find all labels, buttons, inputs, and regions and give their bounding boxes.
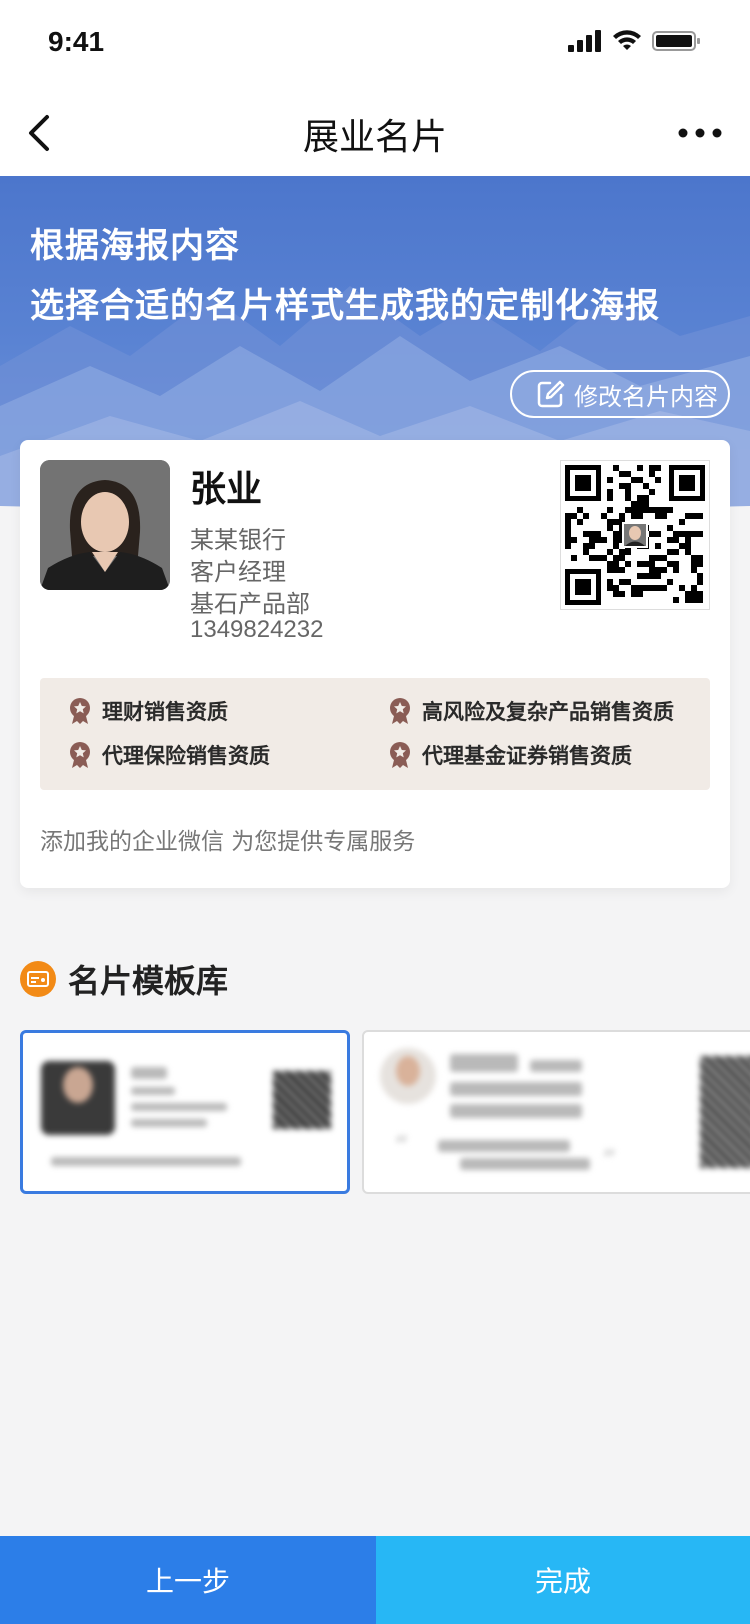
- card-icon: [20, 961, 56, 997]
- edit-card-button[interactable]: 修改名片内容: [510, 370, 730, 418]
- bottom-action-bar: 上一步 完成: [0, 1536, 750, 1624]
- card-name: 张业: [190, 469, 263, 510]
- card-role: 客户经理: [190, 558, 286, 586]
- wifi-icon: [613, 30, 641, 50]
- nav-bar: 展业名片: [0, 90, 750, 176]
- hero-heading-line2: 选择合适的名片样式生成我的定制化海报: [30, 286, 660, 326]
- template-library-header: 名片模板库: [20, 956, 228, 1002]
- qualification-label: 代理基金证券销售资质: [422, 744, 632, 768]
- medal-icon: [390, 698, 410, 724]
- card-department: 基石产品部: [190, 590, 310, 618]
- edit-card-label: 修改名片内容: [574, 382, 718, 411]
- card-footer-text: 添加我的企业微信 为您提供专属服务: [40, 829, 416, 855]
- template-option-selected[interactable]: [20, 1030, 350, 1194]
- card-phone: 1349824232: [190, 616, 324, 643]
- status-icons: [568, 30, 702, 52]
- medal-icon: [390, 742, 410, 768]
- battery-icon: [652, 31, 700, 51]
- qualification-label: 高风险及复杂产品销售资质: [422, 700, 674, 724]
- avatar: [40, 460, 170, 590]
- qualification-label: 代理保险销售资质: [102, 744, 270, 768]
- medal-icon: [70, 698, 90, 724]
- status-time: 9:41: [48, 26, 105, 57]
- signal-icon: [568, 30, 601, 52]
- qualification-item: 代理保险销售资质: [68, 740, 270, 770]
- previous-step-button[interactable]: 上一步: [0, 1536, 376, 1624]
- status-bar: 9:41: [0, 0, 750, 90]
- hero-heading-line1: 根据海报内容: [30, 226, 240, 266]
- more-icon: [678, 128, 722, 138]
- done-button[interactable]: 完成: [376, 1536, 750, 1624]
- card-bank: 某某银行: [190, 526, 286, 554]
- qualification-item: 高风险及复杂产品销售资质: [388, 696, 674, 726]
- edit-icon: [537, 380, 565, 408]
- template-preview: [23, 1033, 347, 1191]
- page-title: 展业名片: [302, 117, 447, 158]
- business-card: 张业 某某银行 客户经理 基石产品部 1349824232 理财销售资质 高风险…: [20, 440, 730, 888]
- more-button[interactable]: [672, 110, 728, 156]
- medal-icon: [70, 742, 90, 768]
- qualifications-panel: 理财销售资质 高风险及复杂产品销售资质 代理保险销售资质 代理基金证券销售资质: [40, 678, 710, 790]
- template-preview: “ ”: [364, 1032, 750, 1192]
- qualification-item: 代理基金证券销售资质: [388, 740, 632, 770]
- template-option[interactable]: “ ”: [362, 1030, 750, 1194]
- qualification-item: 理财销售资质: [68, 696, 228, 726]
- template-library-title: 名片模板库: [68, 962, 229, 1000]
- qualification-label: 理财销售资质: [102, 700, 228, 724]
- qr-code[interactable]: [560, 460, 710, 610]
